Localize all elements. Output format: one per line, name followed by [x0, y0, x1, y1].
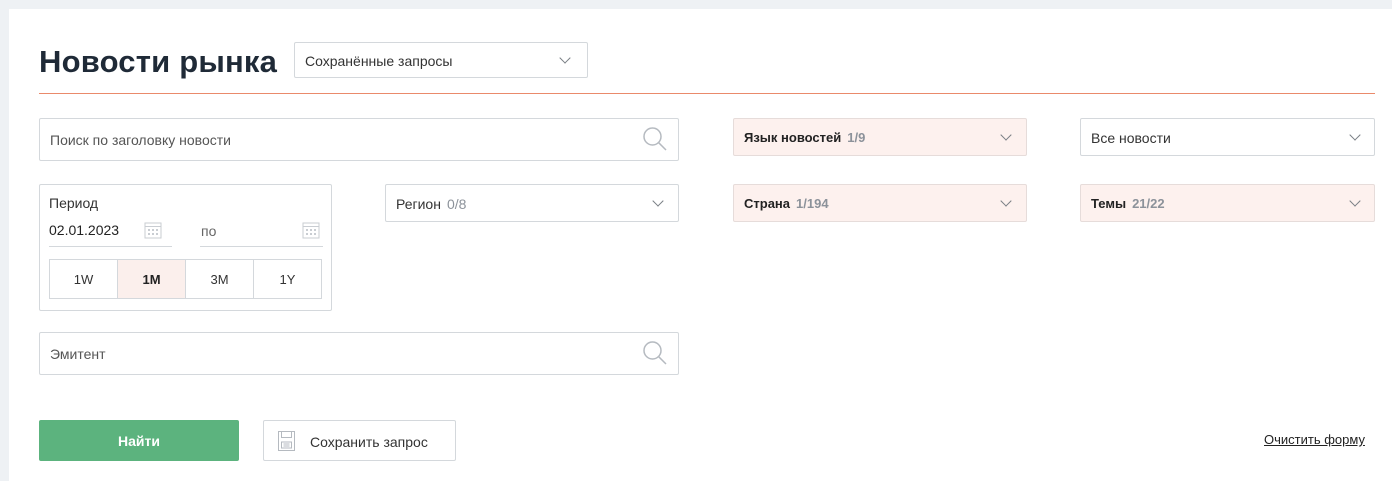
headline-search-input[interactable]: Поиск по заголовку новости — [39, 118, 679, 161]
to-date-underline — [200, 246, 323, 247]
chevron-down-icon — [652, 195, 664, 207]
period-1w-button[interactable]: 1W — [49, 259, 118, 299]
region-count: 0/8 — [446, 196, 467, 212]
save-query-label: Сохранить запрос — [310, 434, 428, 450]
from-date-underline — [49, 246, 172, 247]
to-date-label: по — [201, 223, 217, 239]
page-title: Новости рынка — [39, 44, 278, 79]
chevron-down-icon — [1349, 195, 1361, 207]
period-preset-group: 1W 1M 3M 1Y — [49, 259, 322, 299]
language-label-group: Язык новостей 1/9 — [744, 130, 865, 145]
topics-label-group: Темы 21/22 — [1091, 196, 1165, 211]
period-3m-button[interactable]: 3M — [185, 259, 254, 299]
issuer-search-placeholder: Эмитент — [50, 346, 106, 362]
country-count: 1/194 — [796, 196, 829, 211]
language-dropdown[interactable]: Язык новостей 1/9 — [733, 118, 1027, 156]
from-date-input[interactable]: 02.01.2023 — [49, 222, 119, 238]
chevron-down-icon — [1349, 129, 1361, 141]
calendar-icon[interactable] — [302, 221, 320, 239]
period-box: Период 02.01.2023 по 1W 1M 3M 1Y — [39, 184, 332, 311]
chevron-down-icon — [1000, 195, 1012, 207]
region-label: Регион — [396, 196, 441, 212]
saved-queries-dropdown[interactable]: Сохранённые запросы — [294, 42, 588, 78]
language-label: Язык новостей — [744, 130, 842, 145]
news-type-dropdown[interactable]: Все новости — [1080, 118, 1375, 156]
save-query-button[interactable]: Сохранить запрос — [263, 420, 456, 461]
chevron-down-icon — [559, 52, 571, 64]
news-type-label: Все новости — [1091, 130, 1171, 146]
issuer-search-input[interactable]: Эмитент — [39, 332, 679, 375]
period-1m-button[interactable]: 1M — [117, 259, 186, 299]
region-dropdown[interactable]: Регион 0/8 — [385, 184, 679, 222]
headline-search-placeholder: Поиск по заголовку новости — [50, 132, 231, 148]
period-1y-button[interactable]: 1Y — [253, 259, 322, 299]
topics-dropdown[interactable]: Темы 21/22 — [1080, 184, 1375, 222]
country-label-group: Страна 1/194 — [744, 196, 829, 211]
saved-queries-label: Сохранённые запросы — [305, 53, 453, 69]
region-label-group: Регион 0/8 — [396, 196, 466, 212]
language-count: 1/9 — [847, 130, 866, 145]
header-divider — [39, 93, 1375, 94]
floppy-disk-icon — [278, 431, 295, 451]
country-label: Страна — [744, 196, 791, 211]
calendar-icon[interactable] — [144, 221, 162, 239]
country-dropdown[interactable]: Страна 1/194 — [733, 184, 1027, 222]
clear-form-link[interactable]: Очистить форму — [1264, 432, 1365, 447]
search-icon[interactable] — [642, 126, 668, 152]
period-label: Период — [49, 195, 99, 211]
search-icon[interactable] — [642, 340, 668, 366]
find-button[interactable]: Найти — [39, 420, 239, 461]
topics-label: Темы — [1091, 196, 1127, 211]
chevron-down-icon — [1000, 129, 1012, 141]
topics-count: 21/22 — [1132, 196, 1165, 211]
